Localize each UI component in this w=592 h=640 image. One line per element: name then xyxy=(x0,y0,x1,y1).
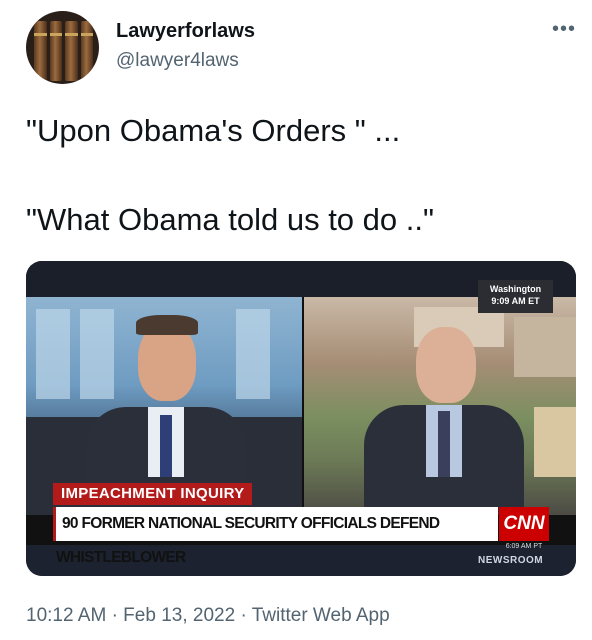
location-time: 9:09 AM ET xyxy=(491,296,540,306)
display-name[interactable]: Lawyerforlaws xyxy=(116,20,255,43)
program-name: NEWSROOM xyxy=(478,555,544,566)
network-time: 6:09 AM PT xyxy=(505,543,543,550)
tweet-time[interactable]: 10:12 AM xyxy=(26,605,106,626)
tweet-video-media[interactable]: Washington 9:09 AM ET IMPEACHMENT INQUIR… xyxy=(26,261,576,576)
user-handle[interactable]: @lawyer4laws xyxy=(116,50,239,72)
tweet-source[interactable]: Twitter Web App xyxy=(252,605,390,626)
tweet-date[interactable]: Feb 13, 2022 xyxy=(123,605,235,626)
chyron-headline: 90 FORMER NATIONAL SECURITY OFFICIALS DE… xyxy=(53,507,498,566)
avatar[interactable] xyxy=(26,11,99,84)
meta-separator: · xyxy=(111,605,124,626)
tweet-text-line-2: "What Obama told us to do .." xyxy=(26,202,434,237)
network-logo: CNN xyxy=(499,507,549,541)
more-dots-icon[interactable]: ••• xyxy=(552,18,576,41)
location-bug: Washington 9:09 AM ET xyxy=(478,280,553,313)
chyron-top-label: IMPEACHMENT INQUIRY xyxy=(53,483,253,505)
location-label: Washington xyxy=(489,284,542,294)
tweet-meta: 10:12 AM · Feb 13, 2022 · Twitter Web Ap… xyxy=(26,605,390,627)
avatar-books-image xyxy=(26,11,99,84)
meta-separator: · xyxy=(240,605,252,626)
right-guest-panel xyxy=(304,297,576,515)
tweet-text-line-1: "Upon Obama's Orders " ... xyxy=(26,113,401,148)
